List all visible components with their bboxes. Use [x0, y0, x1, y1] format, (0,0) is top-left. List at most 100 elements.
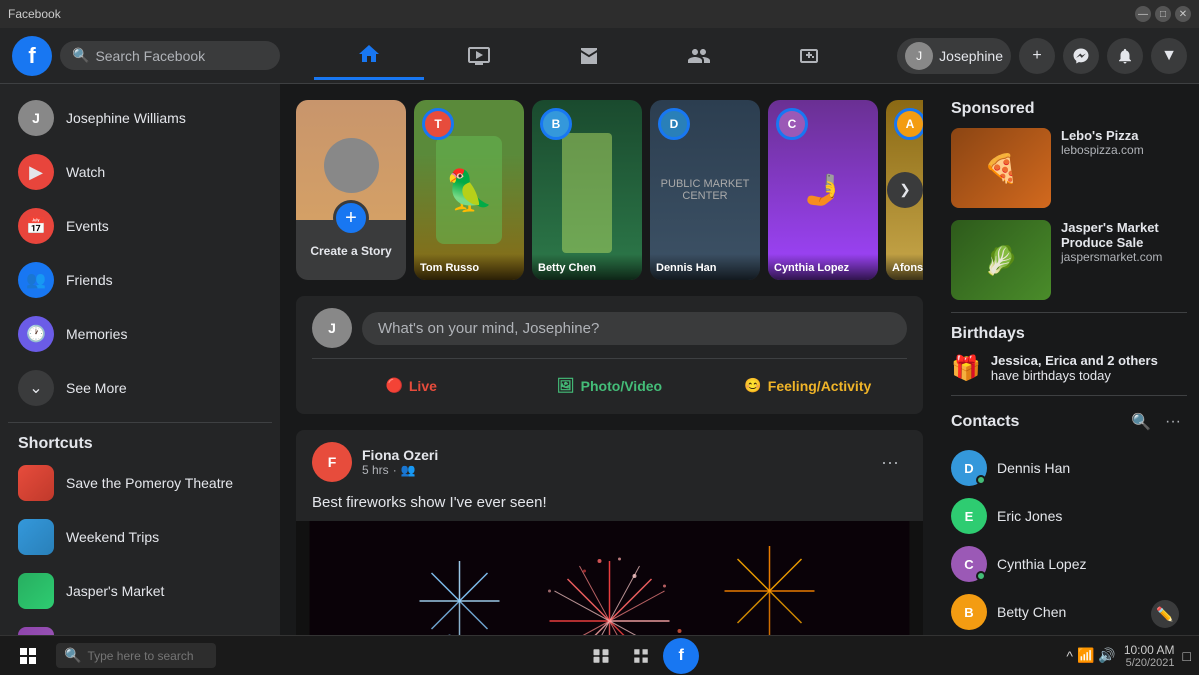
sidebar-item-watch[interactable]: ▶ Watch: [8, 146, 272, 198]
story-avatar-betty: B: [540, 108, 572, 140]
shortcut-jaspers-market[interactable]: Jasper's Market: [8, 565, 272, 617]
contact-betty-chen[interactable]: B Betty Chen ✏️: [951, 588, 1187, 636]
post-input[interactable]: What's on your mind, Josephine?: [362, 312, 907, 345]
taskbar-task-view-button[interactable]: [583, 638, 619, 674]
post-author-name: Fiona Ozeri: [362, 447, 863, 463]
search-icon: 🔍: [72, 47, 89, 64]
ad-jasper[interactable]: 🥬 Jasper's Market Produce Sale jaspersma…: [951, 220, 1187, 300]
nav-marketplace-button[interactable]: [534, 32, 644, 80]
see-more-icon: ⌄: [18, 370, 54, 406]
contact-dennis-han[interactable]: D Dennis Han: [951, 444, 1187, 492]
contact-eric-jones[interactable]: E Eric Jones: [951, 492, 1187, 540]
story-name-dennis: Dennis Han: [656, 262, 754, 274]
story-overlay-afonso: Afonso Pinto: [886, 254, 923, 280]
taskbar-start-button[interactable]: [8, 636, 48, 675]
memories-icon: 🕐: [18, 316, 54, 352]
photo-icon: 🖼: [557, 377, 575, 394]
wifi-icon[interactable]: 📶: [1077, 647, 1094, 664]
ad-jasper-url: jaspersmarket.com: [1061, 250, 1187, 264]
nav-watch-button[interactable]: [424, 32, 534, 80]
shortcut-img-pomeroy: [18, 465, 54, 501]
contact-name-eric: Eric Jones: [997, 508, 1062, 524]
shortcut-img-jaspers: [18, 573, 54, 609]
birthday-have: have birthdays today: [991, 368, 1111, 383]
sidebar-divider: [8, 422, 272, 423]
sidebar-profile-name: Josephine Williams: [66, 110, 186, 126]
contact-cynthia-lopez[interactable]: C Cynthia Lopez: [951, 540, 1187, 588]
story-card-dennis-han[interactable]: D PUBLIC MARKET CENTER Dennis Han: [650, 100, 760, 280]
ad-lebo[interactable]: 🍕 Lebo's Pizza lebospizza.com: [951, 128, 1187, 208]
post-live-button[interactable]: 🔴 Live: [312, 369, 510, 402]
nav-groups-button[interactable]: [644, 32, 754, 80]
sidebar: J Josephine Williams ▶ Watch 📅 Events 👥 …: [0, 84, 280, 675]
story-card-cynthia-lopez[interactable]: C 🤳 Cynthia Lopez: [768, 100, 878, 280]
facebook-logo[interactable]: f: [12, 36, 52, 76]
taskbar-time-display: 10:00 AM: [1124, 643, 1175, 657]
story-card-betty-chen[interactable]: B Betty Chen: [532, 100, 642, 280]
messenger-button[interactable]: [1063, 38, 1099, 74]
app-title: Facebook: [8, 7, 61, 21]
minimize-button[interactable]: —: [1135, 6, 1151, 22]
sidebar-item-see-more[interactable]: ⌄ See More: [8, 362, 272, 414]
post-photo-button[interactable]: 🖼 Photo/Video: [510, 369, 708, 402]
ad-lebo-title: Lebo's Pizza: [1061, 128, 1187, 143]
message-compose-icon[interactable]: ✏️: [1151, 600, 1179, 628]
show-desktop-button[interactable]: □: [1183, 648, 1191, 664]
right-divider-1: [951, 312, 1187, 313]
taskbar-clock[interactable]: 10:00 AM 5/20/2021: [1124, 643, 1175, 669]
sidebar-item-memories[interactable]: 🕐 Memories: [8, 308, 272, 360]
taskbar-widgets-button[interactable]: [623, 638, 659, 674]
contact-avatar-eric: E: [951, 498, 987, 534]
stories-next-button[interactable]: ❯: [887, 172, 923, 208]
contacts-search-button[interactable]: 🔍: [1127, 408, 1155, 436]
sidebar-item-events[interactable]: 📅 Events: [8, 200, 272, 252]
live-icon: 🔴: [385, 377, 402, 394]
menu-button[interactable]: ▼: [1151, 38, 1187, 74]
ad-lebo-info: Lebo's Pizza lebospizza.com: [1061, 128, 1187, 208]
shortcut-save-pomeroy[interactable]: Save the Pomeroy Theatre: [8, 457, 272, 509]
shortcut-weekend-trips[interactable]: Weekend Trips: [8, 511, 272, 563]
taskbar-facebook-button[interactable]: f: [663, 638, 699, 674]
sidebar-item-friends[interactable]: 👥 Friends: [8, 254, 272, 306]
search-input[interactable]: [95, 48, 268, 64]
maximize-button[interactable]: □: [1155, 6, 1171, 22]
taskbar-search-input[interactable]: [87, 649, 208, 663]
feeling-label: Feeling/Activity: [768, 378, 871, 394]
live-label: Live: [409, 378, 437, 394]
titlebar: Facebook — □ ✕: [0, 0, 1199, 28]
taskbar-search[interactable]: 🔍: [56, 643, 216, 668]
post-separator: ·: [393, 463, 397, 477]
notifications-button[interactable]: [1107, 38, 1143, 74]
nav-gaming-button[interactable]: [754, 32, 864, 80]
nav-home-button[interactable]: [314, 32, 424, 80]
contact-name-dennis: Dennis Han: [997, 460, 1070, 476]
post-author-info: Fiona Ozeri 5 hrs · 👥: [362, 447, 863, 477]
ad-jasper-info: Jasper's Market Produce Sale jaspersmark…: [1061, 220, 1187, 300]
right-divider-2: [951, 395, 1187, 396]
contacts-more-button[interactable]: ···: [1159, 408, 1187, 436]
profile-chip[interactable]: J Josephine: [897, 38, 1011, 74]
create-story-card[interactable]: + Create a Story: [296, 100, 406, 280]
birthday-text: Jessica, Erica and 2 others have birthda…: [991, 353, 1187, 383]
shortcut-trips-label: Weekend Trips: [66, 529, 159, 545]
sponsored-title: Sponsored: [951, 100, 1187, 118]
sidebar-friends-label: Friends: [66, 272, 113, 288]
post-more-button[interactable]: ···: [873, 448, 907, 477]
taskbar-system-icons: ^ 📶 🔊: [1066, 647, 1115, 664]
system-tray-icon[interactable]: ^: [1066, 648, 1073, 664]
story-overlay-cynthia: Cynthia Lopez: [768, 254, 878, 280]
sidebar-item-profile[interactable]: J Josephine Williams: [8, 92, 272, 144]
post-header: F Fiona Ozeri 5 hrs · 👥 ···: [296, 430, 923, 494]
ad-jasper-title: Jasper's Market Produce Sale: [1061, 220, 1187, 250]
volume-icon[interactable]: 🔊: [1098, 647, 1115, 664]
add-button[interactable]: +: [1019, 38, 1055, 74]
post-feeling-button[interactable]: 😊 Feeling/Activity: [709, 369, 907, 402]
nav-icons: [288, 32, 889, 80]
sidebar-see-more-label: See More: [66, 380, 127, 396]
story-overlay-betty: Betty Chen: [532, 254, 642, 280]
search-bar[interactable]: 🔍: [60, 41, 280, 70]
create-story-button[interactable]: +: [333, 200, 369, 236]
story-card-tom-russo[interactable]: T 🦜 Tom Russo: [414, 100, 524, 280]
close-button[interactable]: ✕: [1175, 6, 1191, 22]
post-meta: 5 hrs · 👥: [362, 463, 863, 477]
